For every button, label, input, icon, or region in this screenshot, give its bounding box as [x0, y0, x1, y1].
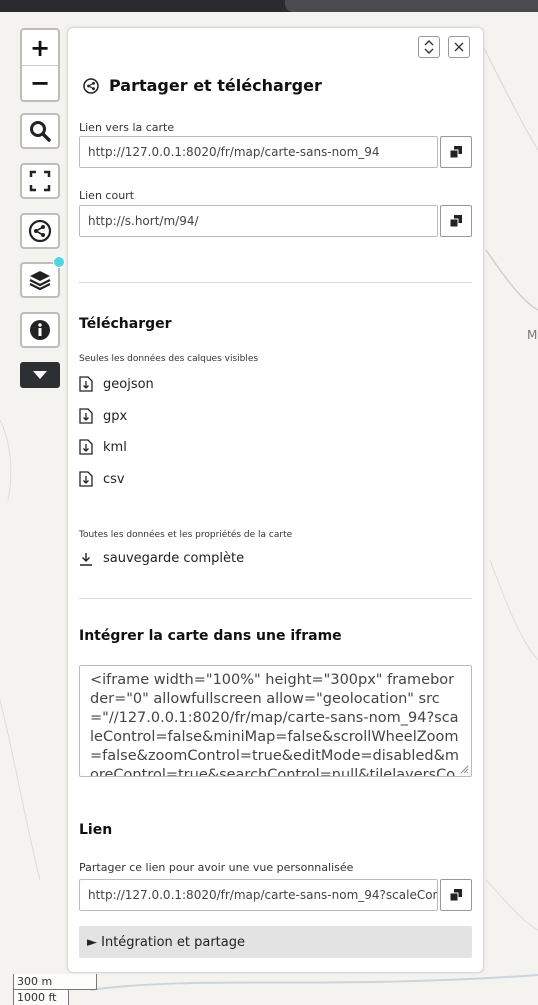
download-file-icon [79, 408, 93, 424]
copy-icon [450, 889, 462, 901]
zoom-control: + − [20, 28, 60, 102]
close-icon [454, 42, 464, 52]
copy-icon [450, 146, 462, 158]
format-label: csv [103, 471, 125, 487]
map-link-label: Lien vers la carte [79, 121, 175, 134]
link-heading: Lien [79, 822, 113, 838]
download-file-icon [79, 471, 93, 487]
download-file-icon [79, 376, 93, 392]
iframe-heading: Intégrer la carte dans une iframe [79, 628, 342, 644]
accordion-label: ► Intégration et partage [87, 934, 245, 950]
divider [79, 282, 472, 283]
iframe-code: <iframe width="100%" height="300px" fram… [90, 672, 460, 777]
short-link-field[interactable]: http://s.hort/m/94/ [79, 205, 438, 237]
divider [79, 598, 472, 599]
caret-down-icon [33, 371, 47, 379]
zoom-out-button[interactable]: − [22, 65, 58, 100]
share-icon [83, 77, 99, 94]
fullscreen-icon [29, 170, 51, 192]
download-heading: Télécharger [79, 316, 172, 332]
top-bar [0, 0, 538, 12]
format-label: geojson [103, 376, 154, 392]
download-geojson-link[interactable]: geojson [79, 376, 154, 392]
panel-header: Partager et télécharger [83, 76, 322, 95]
info-icon [30, 320, 50, 340]
format-label: kml [103, 439, 127, 455]
download-gpx-link[interactable]: gpx [79, 408, 127, 424]
top-bar-pill [285, 0, 538, 12]
full-backup-label: sauvegarde complète [103, 551, 245, 566]
search-icon [30, 121, 51, 142]
panel-title: Partager et télécharger [109, 76, 322, 95]
layers-icon [29, 271, 51, 291]
fullscreen-button[interactable] [20, 163, 60, 199]
map-place-label: M [527, 328, 538, 342]
integration-accordion[interactable]: ► Intégration et partage [79, 926, 472, 958]
expand-panel-button[interactable] [418, 36, 440, 58]
close-panel-button[interactable] [448, 36, 470, 58]
copy-map-link-button[interactable] [440, 136, 472, 168]
layers-button[interactable] [20, 262, 60, 298]
full-backup-link[interactable]: sauvegarde complète [79, 551, 244, 566]
info-button[interactable] [20, 312, 60, 348]
resize-grip-icon[interactable] [459, 764, 469, 774]
more-controls-button[interactable] [20, 362, 60, 388]
search-button[interactable] [20, 113, 60, 149]
download-kml-link[interactable]: kml [79, 439, 127, 455]
share-icon [28, 219, 52, 243]
scale-control: 300 m 1000 ft [13, 974, 97, 1005]
custom-link-note: Partager ce lien pour avoir une vue pers… [79, 861, 354, 874]
download-file-icon [79, 439, 93, 455]
map-link-field[interactable]: http://127.0.0.1:8020/fr/map/carte-sans-… [79, 136, 438, 168]
download-icon [80, 552, 92, 566]
format-label: gpx [103, 408, 128, 424]
copy-short-link-button[interactable] [440, 205, 472, 237]
copy-icon [450, 215, 462, 227]
full-data-note: Toutes les données et les propriétés de … [79, 530, 293, 540]
short-link-label: Lien court [79, 189, 135, 202]
iframe-code-textarea[interactable]: <iframe width="100%" height="300px" fram… [79, 665, 472, 777]
zoom-in-button[interactable]: + [22, 30, 58, 65]
scale-metric: 300 m [13, 974, 97, 990]
copy-custom-link-button[interactable] [440, 879, 472, 911]
expand-icon [424, 40, 434, 54]
layers-indicator-dot [53, 256, 65, 268]
download-csv-link[interactable]: csv [79, 471, 125, 487]
share-button[interactable] [20, 213, 60, 249]
share-panel: Partager et télécharger Lien vers la car… [67, 27, 484, 973]
scale-imperial: 1000 ft [13, 989, 69, 1005]
visible-layers-note: Seules les données des calques visibles [79, 354, 259, 364]
custom-link-field[interactable]: http://127.0.0.1:8020/fr/map/carte-sans-… [79, 879, 438, 911]
